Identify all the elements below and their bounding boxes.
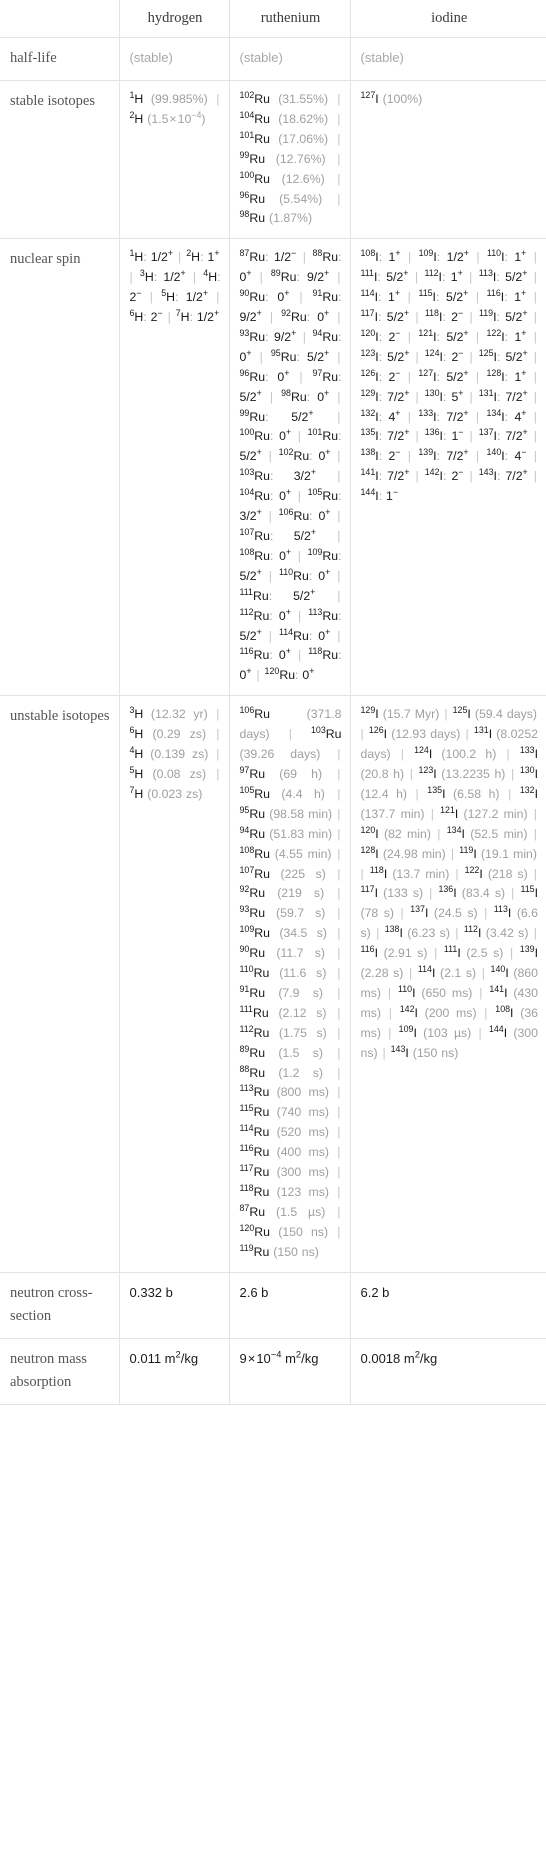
column-header-ruthenium: ruthenium xyxy=(228,0,351,39)
table-row: neutron cross-section 0.332 b 2.6 b 6.2 … xyxy=(0,1271,546,1339)
cell-unstable-isotopes-hydrogen: 3H (12.32 yr) | 6H (0.29 zs) | 4H (0.139… xyxy=(118,695,230,1273)
cell-stable-isotopes-iodine: 127I (100%) xyxy=(349,79,546,240)
cell-stable-isotopes-hydrogen: 1H (99.985%) | 2H (1.5×10−4) xyxy=(118,79,230,240)
row-label-unstable-isotopes: unstable isotopes xyxy=(0,695,120,1273)
cell-neutron-mass-absorption-iodine: 0.0018 m2/kg xyxy=(349,1337,546,1405)
table-row: unstable isotopes 3H (12.32 yr) | 6H (0.… xyxy=(0,695,546,1273)
table-row: half-life (stable) (stable) (stable) xyxy=(0,37,546,81)
table-row: nuclear spin 1H: 1/2+ | 2H: 1+ | 3H: 1/2… xyxy=(0,238,546,697)
row-label-half-life: half-life xyxy=(0,37,120,81)
cell-half-life-hydrogen: (stable) xyxy=(118,37,230,81)
row-label-nuclear-spin: nuclear spin xyxy=(0,238,120,697)
cell-neutron-cross-section-iodine: 6.2 b xyxy=(349,1271,546,1339)
cell-nuclear-spin-ruthenium: 87Ru: 1/2− | 88Ru: 0+ | 89Ru: 9/2+ | 90R… xyxy=(228,238,351,697)
table-row: neutron mass absorption 0.011 m2/kg 9×10… xyxy=(0,1337,546,1405)
column-header-iodine: iodine xyxy=(349,0,546,39)
cell-unstable-isotopes-iodine: 129I (15.7 Myr) | 125I (59.4 days) | 126… xyxy=(349,695,546,1273)
cell-neutron-mass-absorption-hydrogen: 0.011 m2/kg xyxy=(118,1337,230,1405)
row-label-neutron-mass-absorption: neutron mass absorption xyxy=(0,1337,120,1405)
cell-half-life-ruthenium: (stable) xyxy=(228,37,351,81)
cell-neutron-mass-absorption-ruthenium: 9×10−4 m2/kg xyxy=(228,1337,351,1405)
column-header-ruthenium-label: ruthenium xyxy=(260,10,321,26)
table-row: stable isotopes 1H (99.985%) | 2H (1.5×1… xyxy=(0,79,546,240)
row-label-neutron-cross-section: neutron cross-section xyxy=(0,1271,120,1339)
table-corner-cell xyxy=(0,0,120,39)
cell-stable-isotopes-ruthenium: 102Ru (31.55%) | 104Ru (18.62%) | 101Ru … xyxy=(228,79,351,240)
cell-unstable-isotopes-ruthenium: 106Ru (371.8 days) | 103Ru (39.26 days) … xyxy=(228,695,351,1273)
cell-neutron-cross-section-ruthenium: 2.6 b xyxy=(228,1271,351,1339)
cell-nuclear-spin-iodine: 108I: 1+ | 109I: 1/2+ | 110I: 1+ | 111I:… xyxy=(349,238,546,697)
column-header-iodine-label: iodine xyxy=(431,10,468,26)
column-header-hydrogen-label: hydrogen xyxy=(147,10,203,26)
cell-neutron-cross-section-hydrogen: 0.332 b xyxy=(118,1271,230,1339)
cell-half-life-iodine: (stable) xyxy=(349,37,546,81)
element-comparison-table: hydrogen ruthenium iodine half-life (sta… xyxy=(0,0,546,1405)
cell-nuclear-spin-hydrogen: 1H: 1/2+ | 2H: 1+ | 3H: 1/2+ | 4H: 2− | … xyxy=(118,238,230,697)
row-label-stable-isotopes: stable isotopes xyxy=(0,79,120,240)
table-header-row: hydrogen ruthenium iodine xyxy=(0,0,546,39)
column-header-hydrogen: hydrogen xyxy=(118,0,230,39)
